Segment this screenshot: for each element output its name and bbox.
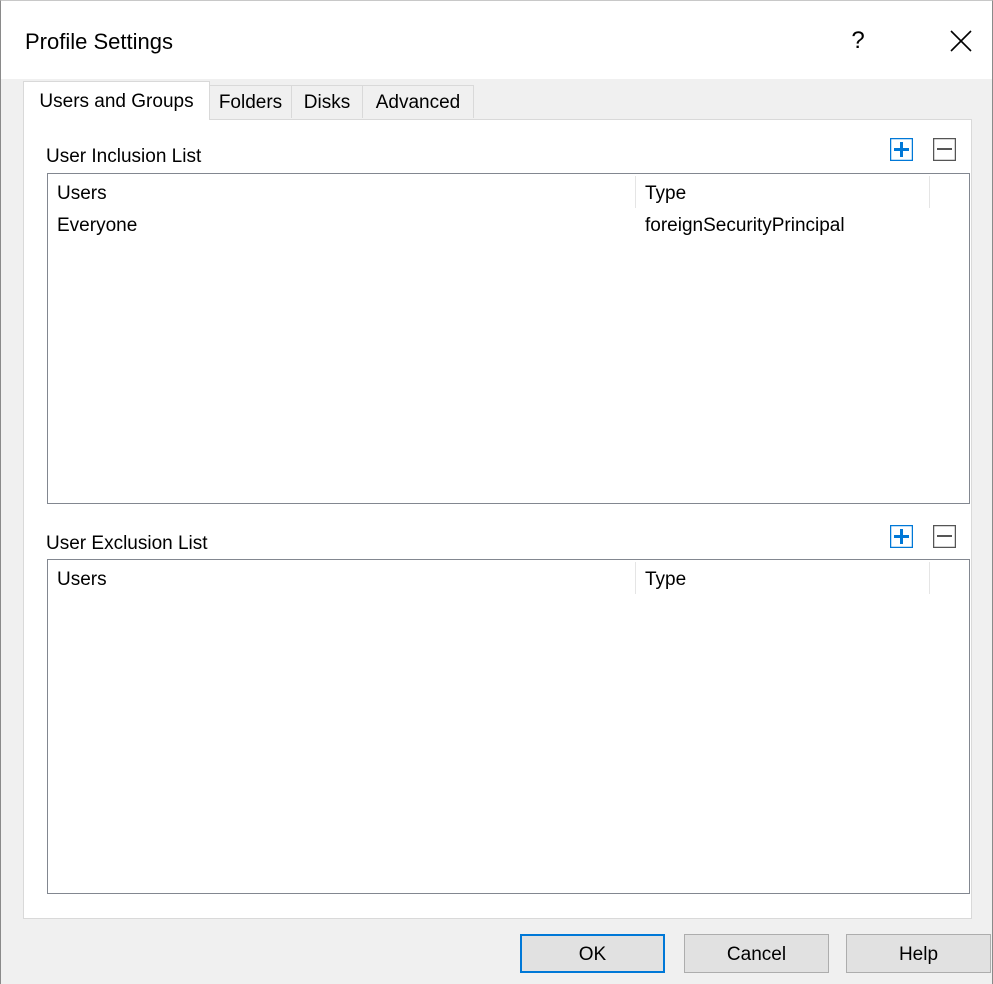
inclusion-list-label: User Inclusion List (46, 146, 202, 167)
tab-users-and-groups[interactable]: Users and Groups (23, 81, 210, 120)
row-user-name: Everyone (57, 215, 138, 236)
minus-icon (933, 138, 956, 161)
profile-settings-dialog: Profile Settings ? Users and Groups Fold… (0, 0, 993, 984)
minus-icon (933, 525, 956, 548)
add-exclusion-button[interactable] (890, 525, 913, 548)
tab-advanced[interactable]: Advanced (362, 85, 474, 118)
column-separator[interactable] (929, 562, 930, 594)
remove-exclusion-button[interactable] (933, 525, 956, 548)
close-icon (950, 30, 972, 52)
help-question-button[interactable]: ? (843, 21, 873, 61)
exclusion-listview[interactable]: Users Type (47, 559, 970, 894)
exclusion-list-label: User Exclusion List (46, 533, 208, 554)
help-button[interactable]: Help (846, 934, 991, 973)
ok-button[interactable]: OK (520, 934, 665, 973)
tab-folders[interactable]: Folders (209, 85, 292, 118)
inclusion-listview[interactable]: Users Type Everyone foreignSecurityPrinc… (47, 173, 970, 504)
inclusion-row[interactable]: Everyone foreignSecurityPrincipal (48, 211, 969, 241)
exclusion-col-type[interactable]: Type (636, 560, 930, 596)
add-inclusion-button[interactable] (890, 138, 913, 161)
tab-disks[interactable]: Disks (291, 85, 363, 118)
title-bar: Profile Settings ? (1, 1, 992, 79)
inclusion-col-users[interactable]: Users (48, 174, 636, 210)
column-separator[interactable] (929, 176, 930, 208)
remove-inclusion-button[interactable] (933, 138, 956, 161)
dialog-title: Profile Settings (25, 29, 173, 54)
row-user-type: foreignSecurityPrincipal (645, 215, 845, 236)
plus-icon (890, 525, 913, 548)
close-button[interactable] (941, 23, 981, 63)
exclusion-col-users[interactable]: Users (48, 560, 636, 596)
inclusion-col-type[interactable]: Type (636, 174, 930, 210)
cancel-button[interactable]: Cancel (684, 934, 829, 973)
plus-icon (890, 138, 913, 161)
